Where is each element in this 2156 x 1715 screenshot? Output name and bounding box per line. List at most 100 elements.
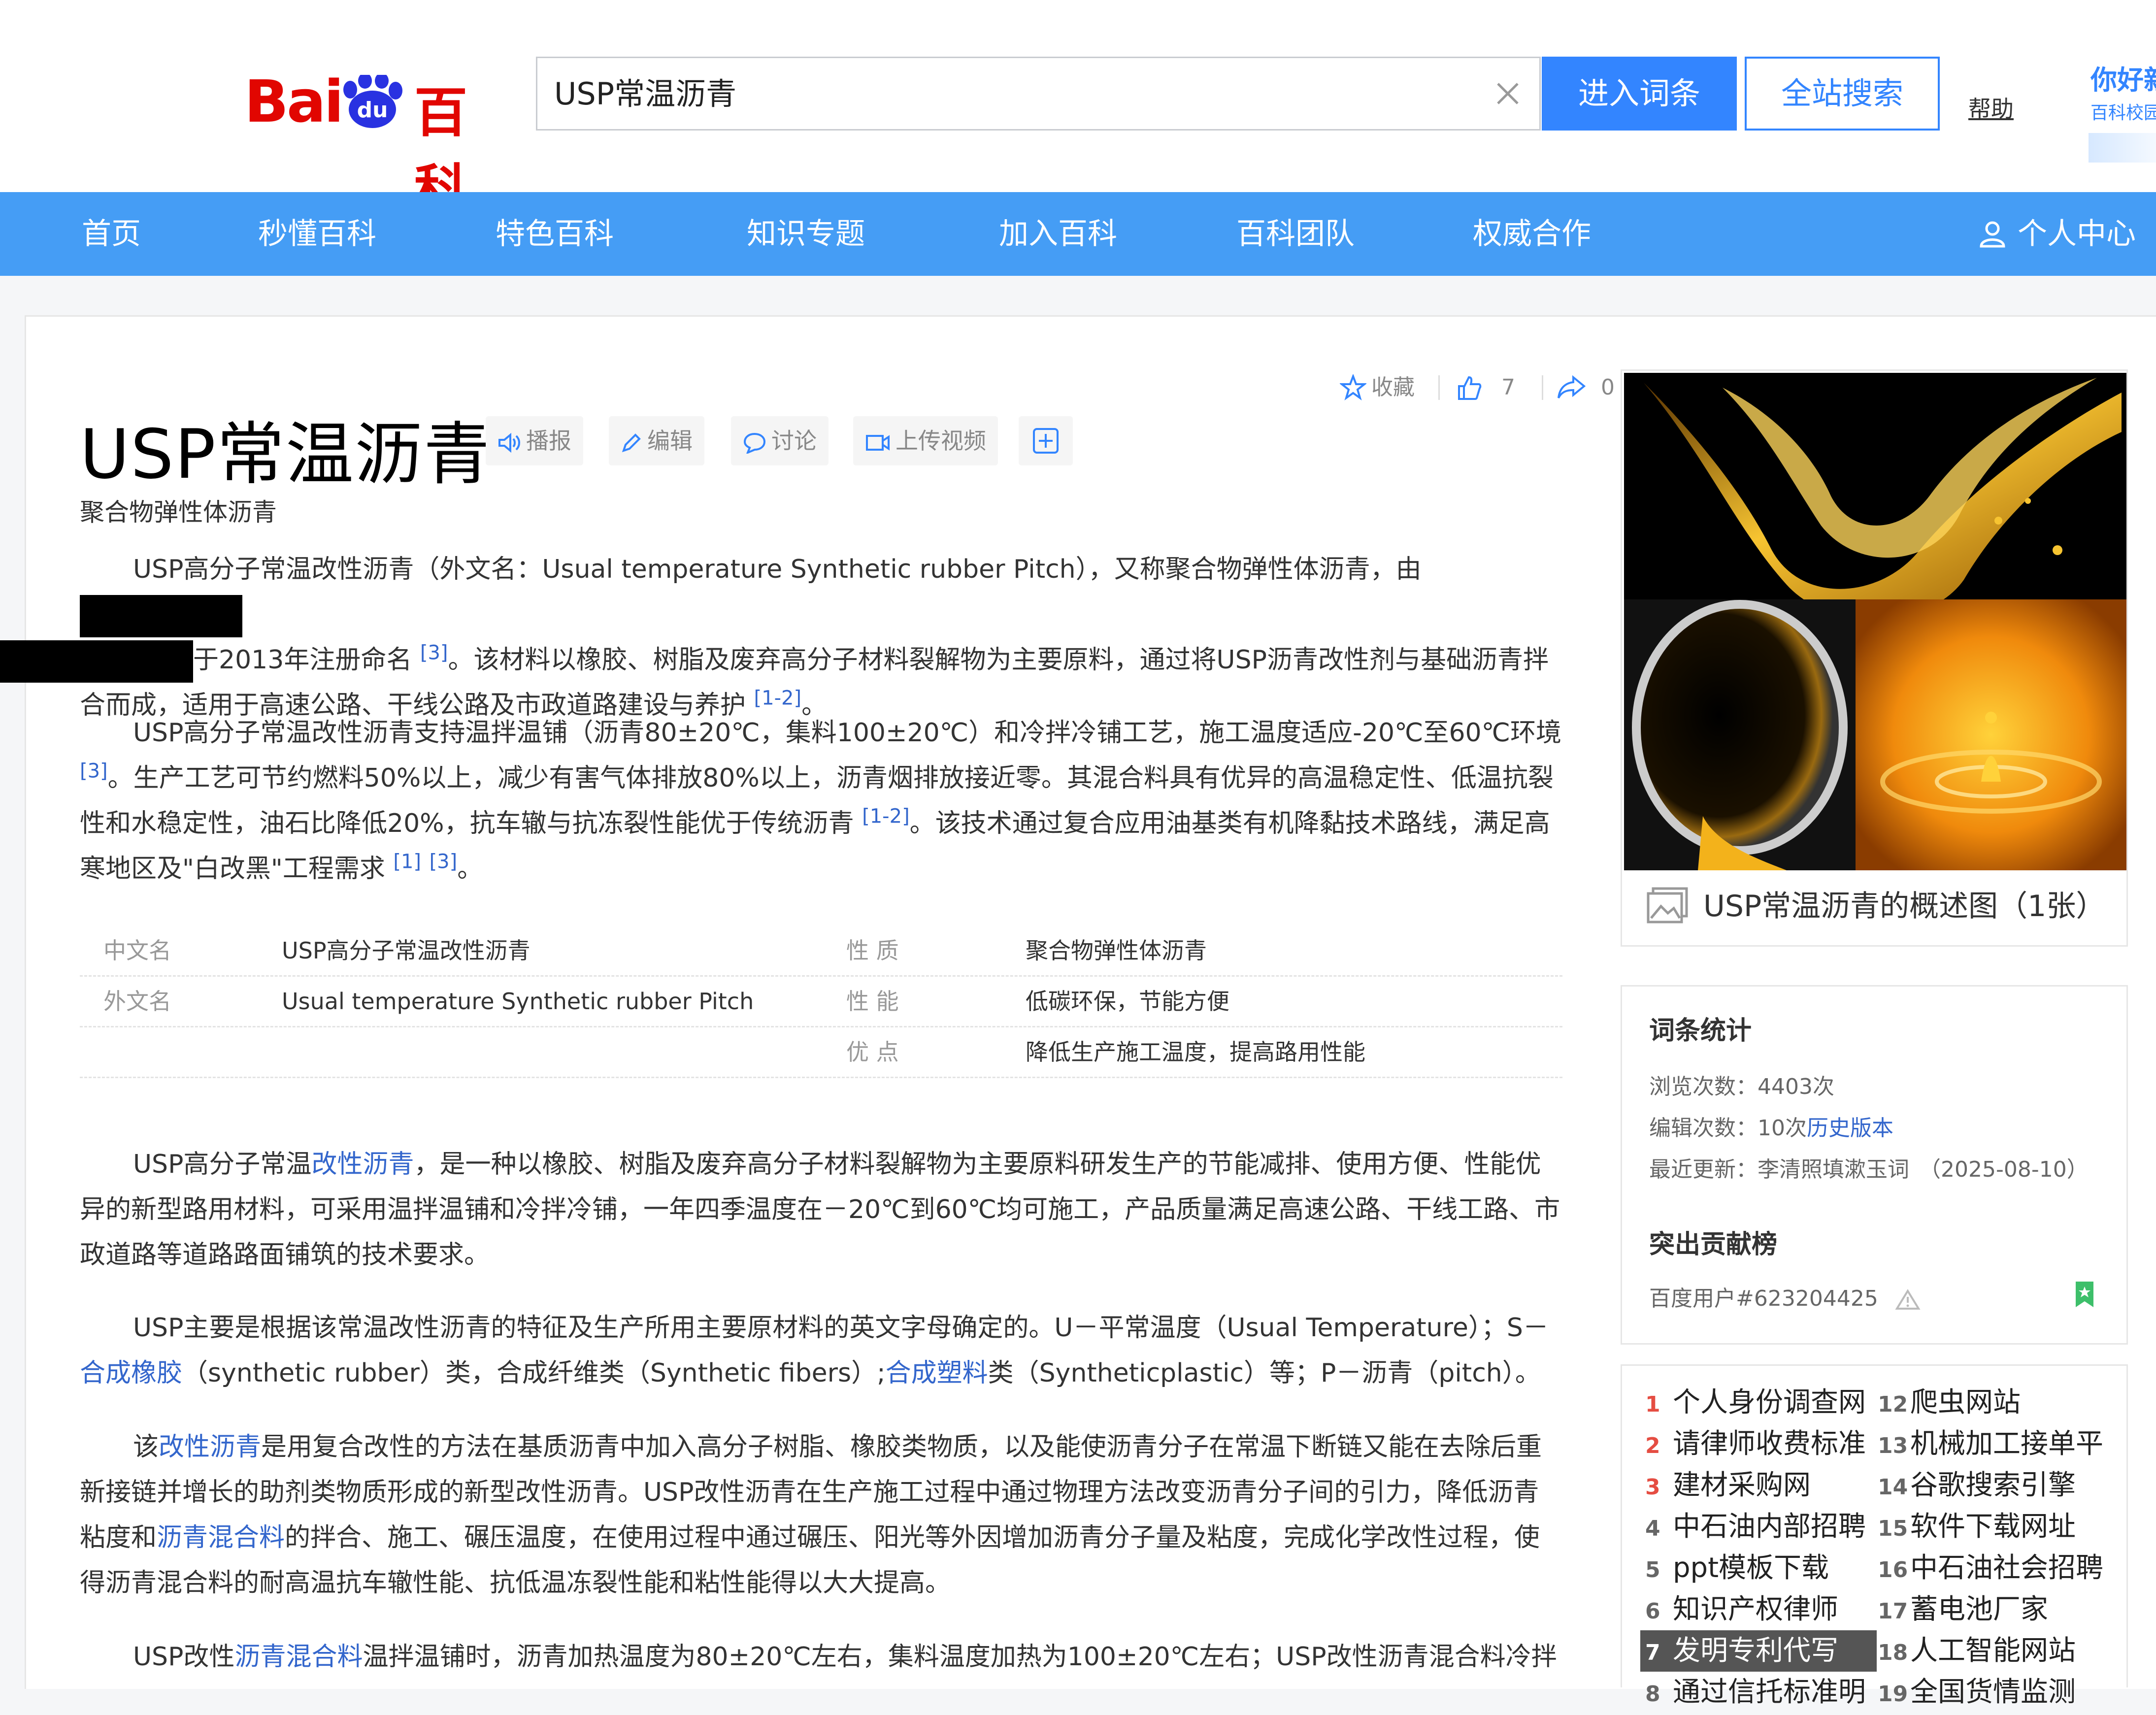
upload-video-label: 上传视频 xyxy=(896,428,986,454)
rank-number: 6 xyxy=(1645,1599,1660,1624)
rank-number: 4 xyxy=(1645,1516,1660,1541)
info-key: 外文名 xyxy=(103,988,171,1015)
user-icon[interactable] xyxy=(1978,220,2007,248)
term-link[interactable]: 改性沥青 xyxy=(159,1432,261,1462)
baike-logo[interactable]: Bai du 百科 xyxy=(244,40,520,221)
list-item[interactable]: 3 建材采购网 xyxy=(1645,1465,1811,1506)
star-icon[interactable] xyxy=(1340,374,1366,401)
nav-item-user-center[interactable]: 个人中心 xyxy=(2018,192,2136,276)
list-item-label: 发明专利代写 xyxy=(1673,1635,1838,1667)
list-item-selected[interactable]: 7 发明专利代写 xyxy=(1640,1630,1877,1672)
body-paragraph: 该改性沥青是用复合改性的方法在基质沥青中加入高分子树脂、橡胶类物质，以及能使沥青… xyxy=(80,1424,1562,1606)
list-item[interactable]: 4 中石油内部招聘 xyxy=(1645,1506,1866,1548)
list-item[interactable]: 14谷歌搜索引擎 xyxy=(1878,1465,2076,1506)
reference-link[interactable]: [1-2] xyxy=(754,687,802,710)
main-nav: 首页 秒懂百科 特色百科 知识专题 加入百科 百科团队 权威合作 个人中心 xyxy=(0,192,2156,276)
stats-value: 4403次 xyxy=(1758,1074,1834,1099)
list-item[interactable]: 1 个人身份调查网 xyxy=(1645,1382,1866,1423)
search-box[interactable] xyxy=(536,57,1541,131)
term-link[interactable]: 合成橡胶 xyxy=(80,1358,182,1388)
list-item-label: 知识产权律师 xyxy=(1673,1593,1838,1625)
updated-user-link[interactable]: 李清照填漱玉词 xyxy=(1758,1157,1909,1182)
pencil-icon xyxy=(622,433,641,452)
updated-date: （2025-08-10） xyxy=(1919,1157,2089,1182)
broadcast-button[interactable]: 播报 xyxy=(486,416,583,465)
list-item[interactable]: 18人工智能网站 xyxy=(1878,1630,2076,1672)
list-item[interactable]: 12爬虫网站 xyxy=(1878,1382,2021,1423)
list-item[interactable]: 16中石油社会招聘 xyxy=(1878,1548,2103,1589)
greeting-banner xyxy=(2089,133,2156,163)
text-segment: USP高分子常温 xyxy=(133,1150,312,1179)
divider xyxy=(1438,375,1440,400)
nav-item-team[interactable]: 百科团队 xyxy=(1236,192,1355,276)
favorite-button[interactable]: 收藏 xyxy=(1371,370,1415,405)
greeting-text[interactable]: 你好新 xyxy=(2090,58,2156,97)
help-link[interactable]: 帮助 xyxy=(1968,91,2014,124)
reference-link[interactable]: [3] xyxy=(430,851,458,873)
oil-splash-image xyxy=(1624,373,2126,870)
list-item-label: 请律师收费标准 xyxy=(1673,1428,1866,1460)
list-item-label: 人工智能网站 xyxy=(1910,1635,2076,1667)
search-input[interactable] xyxy=(553,58,1442,130)
list-item[interactable]: 17蓄电池厂家 xyxy=(1878,1589,2048,1630)
discuss-button[interactable]: 讨论 xyxy=(731,416,829,465)
list-item[interactable]: 8 通过信托标准明 xyxy=(1645,1672,1866,1713)
nav-item-featured[interactable]: 特色百科 xyxy=(496,192,614,276)
text-segment: 温拌温铺时，沥青加热温度为80±20℃左右，集料温度加热为100±20℃左右；U… xyxy=(363,1642,1557,1672)
term-link[interactable]: 合成塑料 xyxy=(886,1358,988,1388)
header: Bai du 百科 进入词条 全站搜索 帮助 你好新 百科校园 xyxy=(0,0,2156,221)
upload-video-button[interactable]: 上传视频 xyxy=(853,416,998,465)
nav-item-home[interactable]: 首页 xyxy=(82,192,141,276)
reference-link[interactable]: [1] xyxy=(393,851,421,873)
enter-entry-button[interactable]: 进入词条 xyxy=(1542,57,1737,131)
clear-icon[interactable] xyxy=(1494,80,1522,107)
list-item[interactable]: 6 知识产权律师 xyxy=(1645,1589,1838,1630)
reference-link[interactable]: [1-2] xyxy=(862,805,910,828)
page-subtitle: 聚合物弹性体沥青 xyxy=(80,498,277,527)
thumbs-up-icon[interactable] xyxy=(1456,374,1483,401)
info-key: 中文名 xyxy=(103,937,171,964)
nav-item-cooperation[interactable]: 权威合作 xyxy=(1473,192,1591,276)
share-icon[interactable] xyxy=(1557,374,1586,401)
image-gallery-icon xyxy=(1647,887,1688,923)
greeting-subtext[interactable]: 百科校园 xyxy=(2090,99,2156,124)
rank-number: 3 xyxy=(1645,1475,1660,1500)
list-item[interactable]: 5 ppt模板下载 xyxy=(1645,1548,1829,1589)
rank-number: 15 xyxy=(1878,1516,1908,1541)
table-row: 优 点 降低生产施工温度，提高路用性能 xyxy=(80,1027,1562,1078)
list-item[interactable]: 2 请律师收费标准 xyxy=(1645,1423,1866,1465)
term-link[interactable]: 改性沥青 xyxy=(311,1150,414,1179)
table-row: 外文名 Usual temperature Synthetic rubber P… xyxy=(80,977,1562,1027)
list-item[interactable]: 15软件下载网址 xyxy=(1878,1506,2076,1548)
history-version-link[interactable]: 历史版本 xyxy=(1807,1116,1893,1141)
reference-link[interactable]: [3] xyxy=(80,760,108,783)
text-segment: （synthetic rubber）类，合成纤维类（Synthetic fibe… xyxy=(182,1358,886,1388)
info-value: 低碳环保，节能方便 xyxy=(1026,988,1229,1015)
text-segment: 类（Syntheticplastic）等；P－沥青（pitch）。 xyxy=(988,1358,1541,1388)
divider xyxy=(1542,375,1543,400)
info-key: 性 质 xyxy=(846,937,899,964)
add-button[interactable] xyxy=(1019,416,1073,465)
bookmark-icon[interactable] xyxy=(2074,1281,2095,1308)
album-image[interactable] xyxy=(1624,373,2126,870)
text-segment: USP高分子常温改性沥青（外文名：Usual temperature Synth… xyxy=(133,555,1422,584)
info-value: 聚合物弹性体沥青 xyxy=(1026,937,1207,964)
term-link[interactable]: 沥青混合料 xyxy=(157,1523,285,1552)
search-all-button[interactable]: 全站搜索 xyxy=(1745,57,1940,131)
reference-link[interactable]: [3] xyxy=(420,642,448,664)
nav-item-topics[interactable]: 知识专题 xyxy=(747,192,865,276)
nav-item-join[interactable]: 加入百科 xyxy=(999,192,1117,276)
stats-label: 浏览次数： xyxy=(1649,1074,1758,1099)
term-link[interactable]: 沥青混合料 xyxy=(234,1642,363,1672)
contributor-row: 百度用户#623204425 xyxy=(1649,1281,1921,1312)
list-item[interactable]: 19全国货情监测 xyxy=(1878,1672,2076,1713)
warning-triangle-icon xyxy=(1895,1289,1921,1310)
rank-number: 1 xyxy=(1645,1392,1660,1417)
list-item[interactable]: 13机械加工接单平 xyxy=(1878,1423,2103,1465)
body-paragraph: USP改性沥青混合料温拌温铺时，沥青加热温度为80±20℃左右，集料温度加热为1… xyxy=(80,1634,1562,1687)
rank-number: 17 xyxy=(1878,1599,1908,1624)
contributor-user-link[interactable]: 百度用户#623204425 xyxy=(1649,1286,1878,1311)
edit-button[interactable]: 编辑 xyxy=(609,416,704,465)
nav-item-miaodong[interactable]: 秒懂百科 xyxy=(258,192,376,276)
album-caption[interactable]: USP常温沥青的概述图（1张） xyxy=(1703,887,2105,926)
